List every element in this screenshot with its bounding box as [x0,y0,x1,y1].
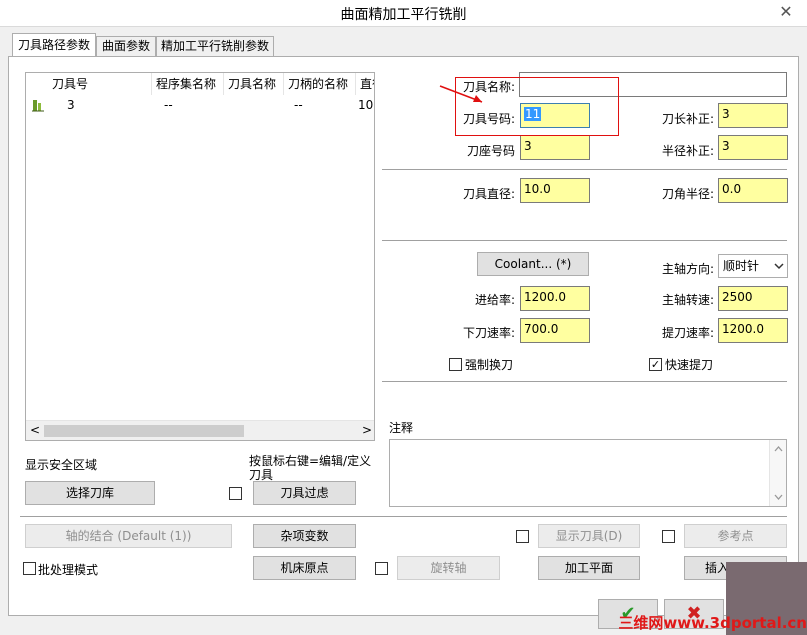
tool-list[interactable]: 刀具号 程序集名称 刀具名称 刀柄的名称 直径 3 -- -- 10 < > [25,72,375,441]
cell-tool-number: 3 [67,98,75,112]
work-plane-button[interactable]: 加工平面 [538,556,640,580]
feed-rate-label: 进给率: [474,293,515,307]
batch-mode-checkbox[interactable] [23,562,36,575]
plunge-rate-field[interactable]: 700.0 [520,318,590,343]
divider [382,240,787,241]
length-comp-field[interactable]: 3 [718,103,788,128]
radius-comp-field[interactable]: 3 [718,135,788,160]
rotary-axis-checkbox[interactable] [375,562,388,575]
column-header-tool-name[interactable]: 刀具名称 [224,73,284,95]
chevron-up-icon [774,446,783,452]
radius-comp-label: 半径补正: [661,144,714,158]
cell-diameter: 10 [358,98,374,112]
axis-combo-button[interactable]: 轴的结合 (Default (1)) [25,524,232,548]
divider [382,381,787,382]
scroll-thumb[interactable] [44,425,244,437]
show-tool-checkbox[interactable] [516,530,529,543]
length-comp-label: 刀长补正: [661,112,714,126]
cell-program: -- [164,98,173,112]
holder-number-field[interactable]: 3 [520,135,590,160]
rapid-retract-label: 快速提刀 [665,358,714,372]
rapid-retract-checkbox[interactable]: ✓ [649,358,662,371]
column-header-holder-name[interactable]: 刀柄的名称 [284,73,356,95]
corner-radius-label: 刀角半径: [661,187,714,201]
retract-rate-label: 提刀速率: [661,326,714,340]
rotary-axis-button[interactable]: 旋转轴 [397,556,500,580]
feed-rate-field[interactable]: 1200.0 [520,286,590,311]
close-icon[interactable]: ✕ [772,2,800,22]
divider [20,516,787,517]
force-tool-change-checkbox[interactable] [449,358,462,371]
spindle-direction-value: 顺时针 [723,259,760,273]
tool-diameter-label: 刀具直径: [462,187,515,201]
spindle-direction-label: 主轴方向: [661,262,714,276]
tab-surface-params[interactable]: 曲面参数 [96,36,156,57]
scroll-left-icon[interactable]: < [30,423,40,437]
window-title: 曲面精加工平行铣削 [340,7,467,23]
batch-mode-label: 批处理模式 [38,563,99,577]
spindle-speed-label: 主轴转速: [661,293,714,307]
plunge-rate-label: 下刀速率: [462,326,515,340]
force-tool-change-label: 强制换刀 [465,358,514,372]
retract-rate-field[interactable]: 1200.0 [718,318,788,343]
chevron-down-icon [774,494,783,500]
machine-origin-button[interactable]: 机床原点 [253,556,356,580]
chevron-down-icon [774,263,784,270]
show-tool-button[interactable]: 显示刀具(D) [538,524,640,548]
corner-radius-field[interactable]: 0.0 [718,178,788,203]
annotation-arrow-icon [439,85,483,103]
spindle-direction-select[interactable]: 顺时针 [718,254,788,278]
endmill-tool-icon [32,100,44,112]
tool-filter-checkbox[interactable] [229,487,242,500]
watermark-text: 三维网www.3dportal.cn [618,614,807,632]
table-row[interactable]: 3 -- -- 10 [26,95,374,115]
tool-filter-button[interactable]: 刀具过虑 [253,481,356,505]
column-header-program[interactable]: 程序集名称 [152,73,224,95]
coolant-button[interactable]: Coolant... (*) [477,252,589,276]
tab-toolpath-params[interactable]: 刀具路径参数 [12,33,96,57]
spindle-speed-field[interactable]: 2500 [718,286,788,311]
ref-point-checkbox[interactable] [662,530,675,543]
tab-parallel-finish-params[interactable]: 精加工平行铣削参数 [156,36,274,57]
divider [382,169,787,170]
select-library-button[interactable]: 选择刀库 [25,481,155,505]
notes-textarea[interactable] [389,439,787,507]
column-header-diameter[interactable]: 直径 [356,73,374,95]
horizontal-scrollbar[interactable]: < > [26,420,374,440]
ref-point-button[interactable]: 参考点 [684,524,787,548]
holder-number-label: 刀座号码 [466,144,515,158]
scroll-right-icon[interactable]: > [362,423,372,437]
show-safe-zone-label[interactable]: 显示安全区域 [25,456,97,473]
misc-vars-button[interactable]: 杂项变数 [253,524,356,548]
right-click-hint: 按鼠标右键=编辑/定义刀具 [249,454,372,481]
cell-holder: -- [294,98,303,112]
column-header-tool-number[interactable]: 刀具号 [48,73,152,95]
notes-scrollbar[interactable] [769,440,786,506]
notes-label: 注释 [389,421,414,435]
tool-diameter-field[interactable]: 10.0 [520,178,590,203]
